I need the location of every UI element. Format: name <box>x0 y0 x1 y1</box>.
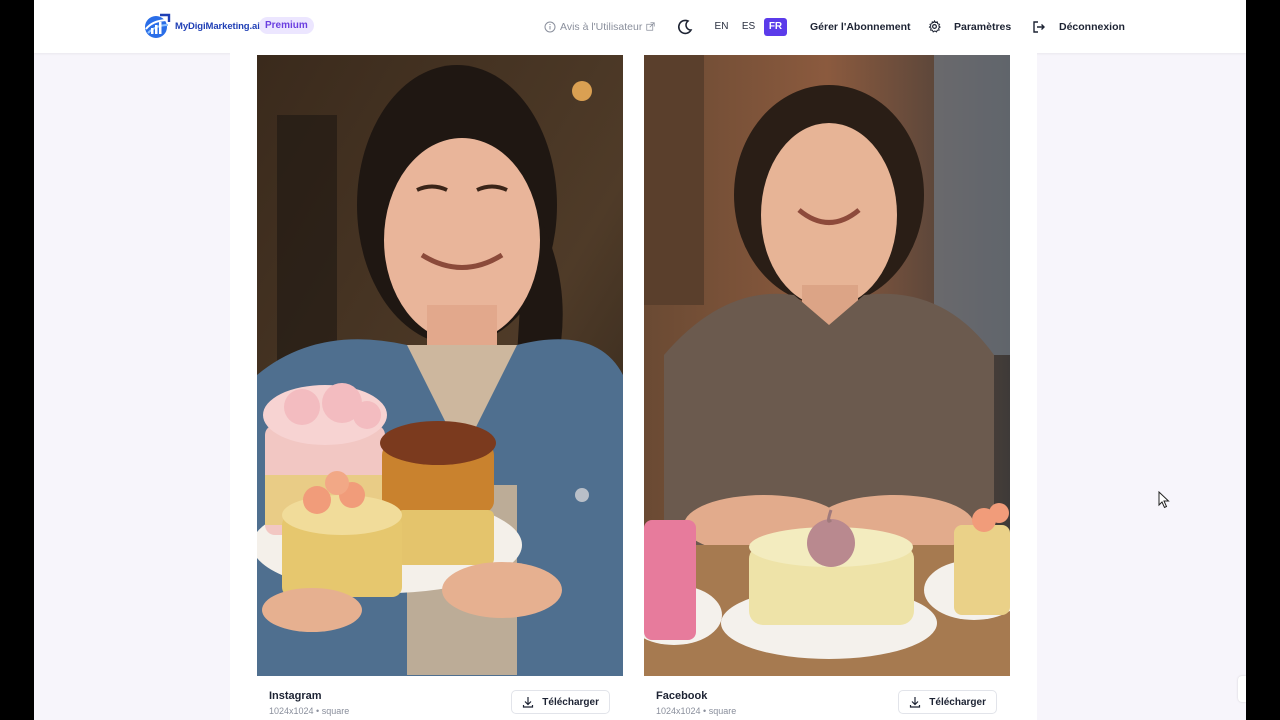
lang-en[interactable]: EN <box>710 18 733 36</box>
download-button-facebook[interactable]: Télécharger <box>898 690 997 714</box>
theme-toggle[interactable] <box>677 0 693 53</box>
platform-label: Instagram <box>269 690 322 702</box>
card-footer-instagram: Instagram 1024x1024 • square Télécharger <box>257 676 623 720</box>
subscription-label: Gérer l'Abonnement <box>810 20 911 33</box>
settings-link[interactable]: Paramètres <box>928 0 1011 53</box>
settings-label: Paramètres <box>954 20 1012 33</box>
feedback-link[interactable]: Avis à l'Utilisateur <box>544 0 655 53</box>
language-switcher: EN ES FR <box>710 0 787 53</box>
external-link-icon <box>646 22 655 31</box>
feedback-label: Avis à l'Utilisateur <box>560 20 643 33</box>
image-dimensions: 1024x1024 • square <box>656 706 737 716</box>
moon-icon <box>678 19 693 34</box>
instagram-image-art <box>257 55 623 676</box>
side-tab[interactable] <box>1238 676 1246 702</box>
logo-text: MyDigiMarketing.ai <box>175 20 260 32</box>
platform-label: Facebook <box>656 690 708 702</box>
image-card-instagram: Instagram 1024x1024 • square Télécharger <box>257 55 623 720</box>
logo-icon <box>145 13 171 38</box>
download-label: Télécharger <box>542 696 599 708</box>
generated-image-instagram[interactable] <box>257 55 623 676</box>
info-icon <box>544 21 556 32</box>
generated-image-facebook[interactable] <box>644 55 1010 676</box>
results-panel: Instagram 1024x1024 • square Télécharger <box>230 53 1037 720</box>
facebook-image-art <box>644 55 1010 676</box>
lang-fr[interactable]: FR <box>764 17 787 36</box>
image-dimensions: 1024x1024 • square <box>269 706 350 716</box>
logout-link[interactable]: Déconnexion <box>1032 0 1125 53</box>
card-footer-facebook: Facebook 1024x1024 • square Télécharger <box>644 676 1010 720</box>
download-icon <box>523 697 534 708</box>
brand-logo[interactable]: MyDigiMarketing.ai <box>142 11 260 41</box>
app-window: MyDigiMarketing.ai Premium Avis à l'Util… <box>34 0 1246 720</box>
premium-badge: Premium <box>259 17 314 34</box>
download-label: Télécharger <box>929 696 986 708</box>
lang-es[interactable]: ES <box>737 18 760 36</box>
logout-icon <box>1033 20 1045 33</box>
download-button-instagram[interactable]: Télécharger <box>511 690 610 714</box>
manage-subscription-link[interactable]: Gérer l'Abonnement <box>810 0 911 53</box>
image-card-facebook: Facebook 1024x1024 • square Télécharger <box>644 55 1010 720</box>
gear-icon <box>928 20 941 33</box>
top-navigation-bar: MyDigiMarketing.ai Premium Avis à l'Util… <box>34 0 1246 53</box>
cursor-icon <box>1158 491 1170 509</box>
download-icon <box>910 697 921 708</box>
logout-label: Déconnexion <box>1059 20 1125 33</box>
